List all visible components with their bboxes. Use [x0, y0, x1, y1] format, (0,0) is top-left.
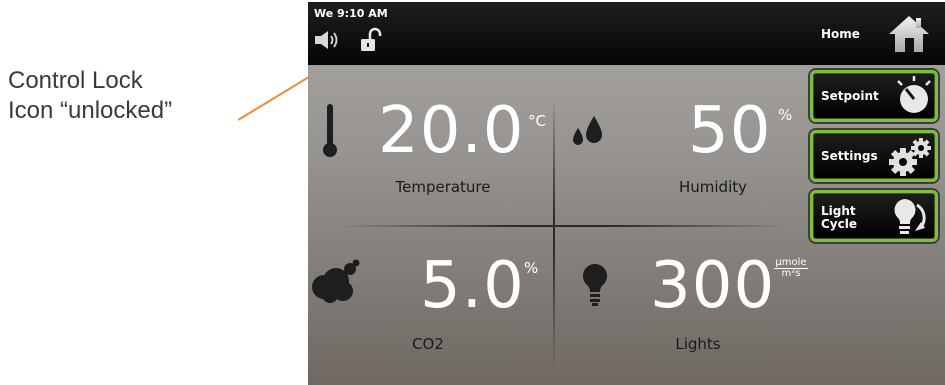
humidity-unit: % — [778, 106, 793, 124]
water-drops-icon — [573, 116, 602, 145]
cloud-icon — [312, 259, 360, 303]
co2-unit: % — [524, 259, 539, 277]
lights-label: Lights — [675, 335, 721, 353]
annotation-line-2: Icon “unlocked” — [8, 97, 173, 124]
temperature-unit: °C — [528, 112, 546, 130]
bulb-cycle-icon — [894, 199, 926, 234]
touchscreen-display: We 9:10 AM Home 20.0 °C Temperature 50 %… — [308, 2, 945, 385]
home-icon[interactable] — [888, 14, 930, 54]
temperature-label: Temperature — [395, 178, 491, 196]
setpoint-button-label: Setpoint — [821, 89, 879, 103]
dial-icon — [897, 76, 931, 113]
settings-button[interactable]: Settings — [810, 130, 938, 182]
co2-value[interactable]: 5.0 — [420, 254, 525, 318]
co2-label: CO2 — [412, 335, 444, 353]
light-bulb-icon — [582, 263, 608, 306]
lights-unit: µmole m²s — [772, 257, 810, 279]
temperature-value[interactable]: 20.0 — [378, 99, 525, 163]
clock-time: We 9:10 AM — [314, 7, 388, 20]
speaker-icon[interactable] — [314, 29, 344, 51]
unlocked-padlock-icon[interactable] — [360, 27, 382, 53]
annotation-line-1: Control Lock — [8, 67, 143, 94]
light-cycle-button[interactable]: Light Cycle — [810, 190, 938, 242]
status-bar: We 9:10 AM Home — [308, 2, 945, 65]
setpoint-button[interactable]: Setpoint — [810, 70, 938, 122]
lights-value[interactable]: 300 — [650, 254, 775, 318]
humidity-label: Humidity — [678, 178, 747, 196]
tile-divider-vertical — [553, 97, 555, 372]
humidity-value[interactable]: 50 — [688, 99, 771, 163]
thermometer-icon — [323, 104, 337, 157]
gears-icon — [889, 138, 931, 176]
annotation-callout: Control Lock Icon “unlocked” — [8, 66, 248, 126]
light-cycle-button-label-line2: Cycle — [821, 217, 857, 231]
settings-button-label: Settings — [821, 149, 878, 163]
lights-unit-denominator: m²s — [781, 268, 801, 279]
tile-divider-horizontal — [338, 225, 788, 227]
home-label[interactable]: Home — [821, 27, 860, 41]
